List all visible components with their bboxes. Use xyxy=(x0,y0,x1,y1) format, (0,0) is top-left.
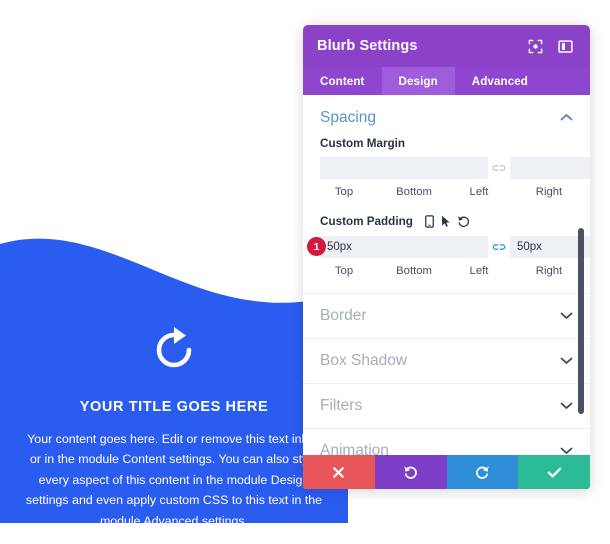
cancel-button[interactable] xyxy=(303,455,375,489)
chevron-down-icon[interactable] xyxy=(560,442,573,455)
tab-design[interactable]: Design xyxy=(381,67,455,95)
spacing-section-header[interactable]: Spacing xyxy=(320,109,573,137)
accordion-row-animation[interactable]: Animation xyxy=(303,428,590,455)
custom-margin-label: Custom Margin xyxy=(320,137,406,150)
padding-top-input[interactable] xyxy=(320,236,488,258)
accordion-row-border[interactable]: Border xyxy=(303,293,590,338)
custom-padding-fields: 1 xyxy=(307,236,590,258)
custom-margin-label-row: Custom Margin xyxy=(320,137,573,150)
undo-button[interactable] xyxy=(374,455,447,489)
modal-title: Blurb Settings xyxy=(317,38,418,54)
caption-margin-right: Right xyxy=(535,186,563,198)
caption-padding-bottom: Bottom xyxy=(396,265,432,277)
layout-panel-icon[interactable] xyxy=(554,35,576,57)
scrollbar-thumb[interactable] xyxy=(578,228,584,414)
modal-scroll-area: Spacing Custom Margin Top Bottom Left Ri… xyxy=(303,95,590,455)
accordion-row-filters[interactable]: Filters xyxy=(303,383,590,428)
accordion-label-box-shadow: Box Shadow xyxy=(320,352,408,369)
accordion-label-animation: Animation xyxy=(320,442,389,455)
caption-padding-right: Right xyxy=(535,265,563,277)
save-button[interactable] xyxy=(518,455,590,489)
scrollbar-track[interactable] xyxy=(578,95,587,455)
blurb-content: YOUR TITLE GOES HERE Your content goes h… xyxy=(0,324,348,523)
modal-body: Spacing Custom Margin Top Bottom Left Ri… xyxy=(303,95,590,455)
accordion-label-border: Border xyxy=(320,307,367,324)
chevron-down-icon[interactable] xyxy=(560,307,573,325)
padding-modified-badge: 1 xyxy=(307,237,326,256)
chevron-up-icon[interactable] xyxy=(560,109,573,127)
margin-bottom-input[interactable] xyxy=(510,157,590,179)
check-icon xyxy=(547,467,561,477)
blurb-body-text: Your content goes here. Edit or remove t… xyxy=(25,431,323,523)
refresh-circular-arrow-icon xyxy=(156,327,192,368)
custom-padding-captions: Top Bottom Left Right xyxy=(320,261,573,277)
caption-margin-top: Top xyxy=(334,186,354,198)
reset-undo-icon[interactable] xyxy=(455,214,472,229)
redo-arrow-icon xyxy=(475,466,489,479)
caption-margin-bottom: Bottom xyxy=(396,186,432,198)
accordion-row-box-shadow[interactable]: Box Shadow xyxy=(303,338,590,383)
custom-margin-fields xyxy=(320,157,590,179)
close-x-icon xyxy=(333,466,345,478)
spacing-section-title: Spacing xyxy=(320,109,377,126)
accordion-label-filters: Filters xyxy=(320,397,363,414)
custom-margin-captions: Top Bottom Left Right xyxy=(320,182,573,198)
mobile-device-icon[interactable] xyxy=(421,214,438,229)
blurb-module[interactable]: YOUR TITLE GOES HERE Your content goes h… xyxy=(0,230,348,523)
undo-arrow-icon xyxy=(404,466,418,479)
chevron-down-icon[interactable] xyxy=(560,352,573,370)
margin-top-input[interactable] xyxy=(320,157,488,179)
chevron-down-icon[interactable] xyxy=(560,397,573,415)
caption-padding-left: Left xyxy=(469,265,489,277)
tab-content[interactable]: Content xyxy=(303,67,382,95)
custom-padding-label: Custom Padding xyxy=(320,215,413,228)
link-chain-icon[interactable] xyxy=(488,157,510,179)
caption-padding-top: Top xyxy=(334,265,354,277)
blurb-settings-modal[interactable]: Blurb Settings Content Design Advanced S… xyxy=(303,25,590,489)
modal-footer[interactable] xyxy=(303,455,590,489)
blurb-title: YOUR TITLE GOES HERE xyxy=(79,399,269,415)
modal-tabs[interactable]: Content Design Advanced xyxy=(303,67,590,95)
custom-padding-label-row: Custom Padding xyxy=(320,214,573,229)
caption-margin-left: Left xyxy=(469,186,489,198)
redo-button[interactable] xyxy=(446,455,519,489)
tab-advanced[interactable]: Advanced xyxy=(455,67,545,95)
modal-header[interactable]: Blurb Settings xyxy=(303,25,590,67)
link-chain-icon[interactable] xyxy=(488,236,510,258)
expand-fullscreen-icon[interactable] xyxy=(524,35,546,57)
accordion-sections: Border Box Shadow Filters Animation xyxy=(303,293,590,455)
cursor-arrow-icon[interactable] xyxy=(438,214,455,229)
spacing-section: Spacing Custom Margin Top Bottom Left Ri… xyxy=(303,95,590,277)
